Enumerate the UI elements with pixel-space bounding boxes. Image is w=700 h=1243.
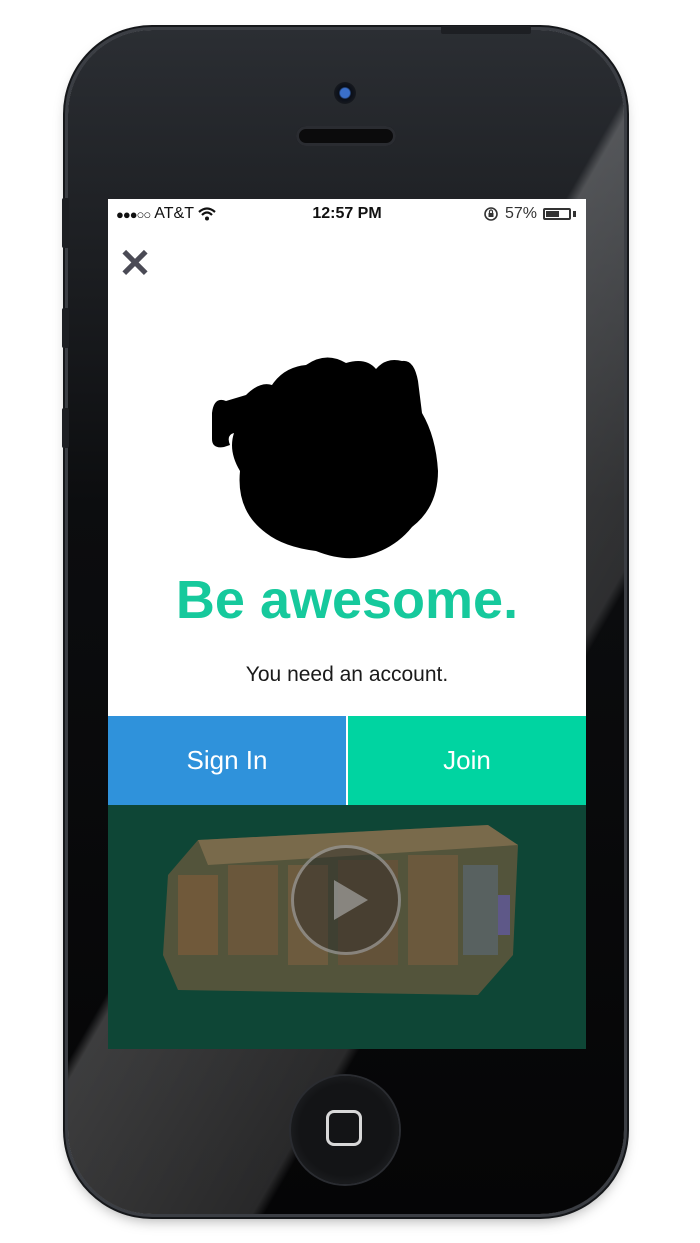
play-icon (334, 880, 368, 920)
battery-fill (546, 211, 559, 217)
video-thumbnail[interactable] (108, 805, 586, 1049)
battery-percent: 57% (504, 205, 537, 222)
volume-down-button (62, 408, 69, 448)
join-button[interactable]: Join (348, 716, 586, 805)
app-screen: ●●●○○ AT&T 12:57 PM 57% ✕ Be awesome. Yo… (108, 199, 586, 1049)
mascot-image (212, 357, 438, 559)
play-button[interactable] (291, 845, 401, 955)
rotation-lock-icon (484, 207, 498, 221)
volume-up-button (62, 308, 69, 348)
earpiece-speaker (296, 126, 396, 146)
subline: You need an account. (245, 663, 449, 686)
status-bar: ●●●○○ AT&T 12:57 PM 57% (108, 199, 586, 229)
power-button (441, 26, 531, 34)
battery-icon (543, 208, 571, 220)
battery-tip (573, 211, 576, 217)
mute-switch (62, 198, 69, 248)
sign-in-button[interactable]: Sign In (108, 716, 346, 805)
close-icon[interactable]: ✕ (118, 244, 152, 284)
front-camera (334, 82, 356, 104)
home-button-icon (326, 1110, 362, 1146)
headline: Be awesome. (175, 570, 519, 630)
